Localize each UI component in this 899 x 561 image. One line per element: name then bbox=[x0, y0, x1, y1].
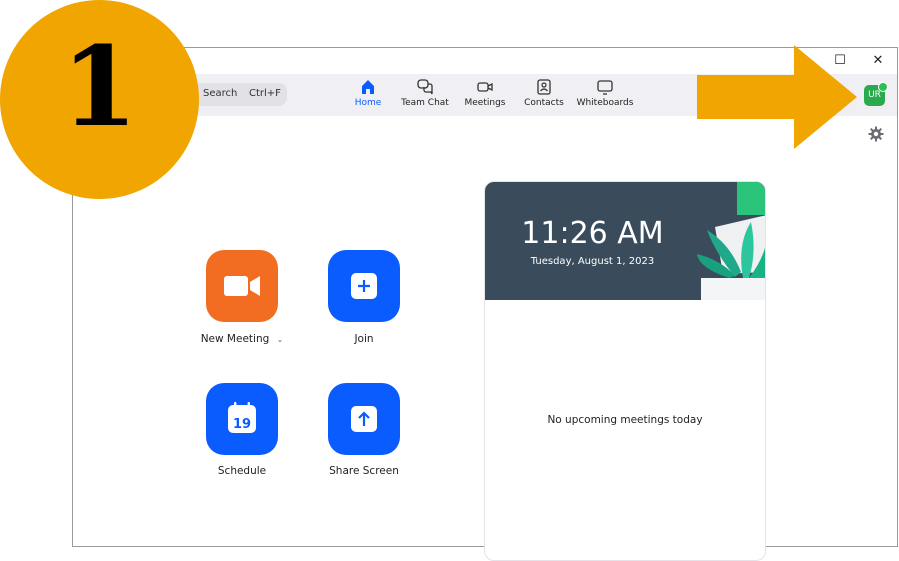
tab-meetings-label: Meetings bbox=[464, 98, 506, 108]
video-icon bbox=[477, 82, 493, 92]
pointer-arrow-icon bbox=[697, 45, 857, 149]
new-meeting-label-row[interactable]: New Meeting ⌄ bbox=[182, 333, 302, 345]
search-label: Search bbox=[203, 88, 238, 99]
share-screen-label: Share Screen bbox=[329, 465, 399, 477]
step-number: 1 bbox=[61, 22, 138, 151]
clock-banner: 11:26 AM Tuesday, August 1, 2023 bbox=[485, 182, 765, 300]
plus-icon bbox=[351, 273, 377, 299]
join-button[interactable] bbox=[328, 250, 400, 322]
no-meetings-message: No upcoming meetings today bbox=[547, 414, 703, 426]
contacts-icon bbox=[537, 79, 551, 95]
current-time: 11:26 AM bbox=[521, 216, 664, 251]
new-meeting-button[interactable] bbox=[206, 250, 278, 322]
tab-home[interactable]: Home bbox=[350, 78, 386, 108]
tab-contacts[interactable]: Contacts bbox=[524, 78, 564, 108]
share-arrow-icon bbox=[351, 406, 377, 432]
search-shortcut: Ctrl+F bbox=[249, 88, 281, 99]
chat-icon bbox=[417, 79, 433, 95]
tab-home-label: Home bbox=[354, 98, 382, 108]
whiteboard-icon bbox=[597, 80, 613, 95]
tab-whiteboards[interactable]: Whiteboards bbox=[576, 78, 634, 108]
current-date: Tuesday, August 1, 2023 bbox=[530, 256, 655, 267]
chevron-down-icon[interactable]: ⌄ bbox=[277, 335, 284, 344]
tab-meetings[interactable]: Meetings bbox=[463, 78, 507, 108]
new-meeting-label: New Meeting bbox=[200, 333, 270, 345]
home-icon bbox=[362, 80, 374, 94]
schedule-button[interactable]: 19 bbox=[206, 383, 278, 455]
calendar-day: 19 bbox=[233, 417, 251, 432]
tab-contacts-label: Contacts bbox=[524, 98, 564, 108]
video-camera-icon bbox=[224, 276, 260, 296]
tab-team-chat[interactable]: Team Chat bbox=[400, 78, 450, 108]
tab-whiteboards-label: Whiteboards bbox=[576, 98, 634, 108]
calendar-icon: 19 bbox=[228, 402, 256, 433]
share-screen-button[interactable] bbox=[328, 383, 400, 455]
schedule-label: Schedule bbox=[217, 465, 267, 477]
tab-team-chat-label: Team Chat bbox=[401, 98, 449, 108]
step-number-badge: 1 bbox=[0, 0, 199, 199]
upcoming-meetings-card: 11:26 AM Tuesday, August 1, 2023 No upco… bbox=[484, 181, 766, 561]
join-label: Join bbox=[354, 333, 374, 345]
